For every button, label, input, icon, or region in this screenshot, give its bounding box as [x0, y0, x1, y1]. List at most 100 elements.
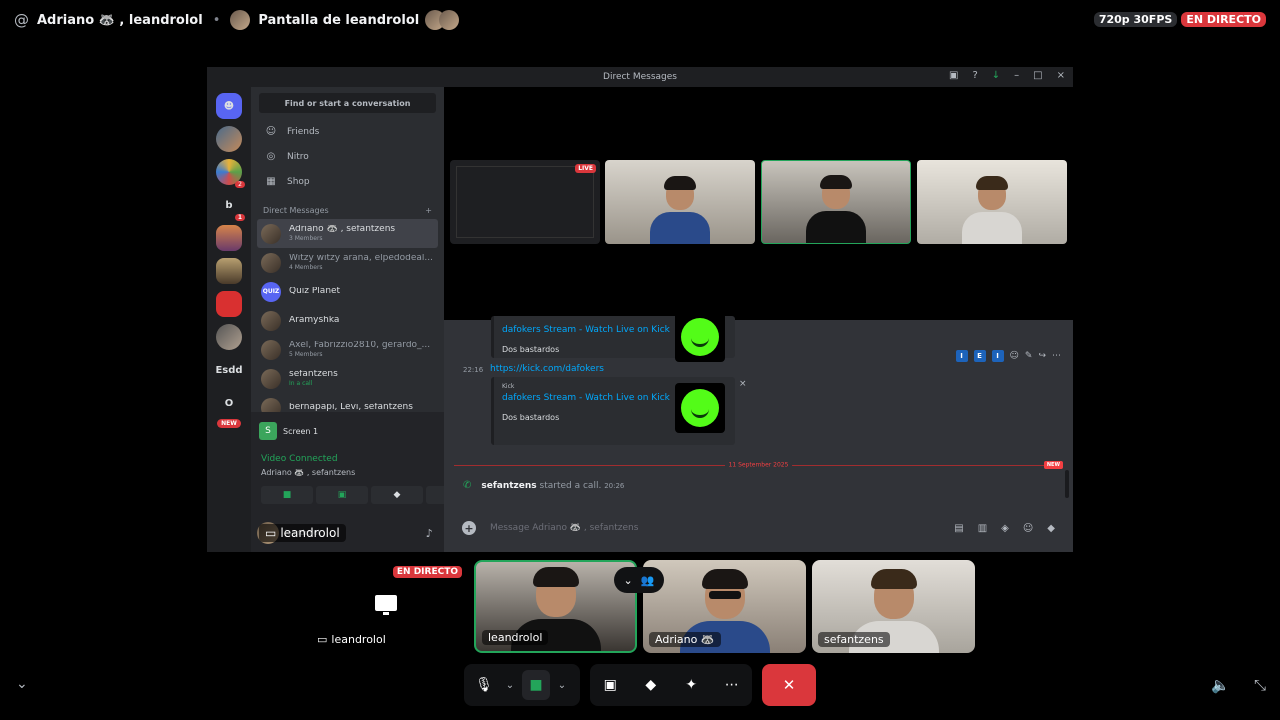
message-input: + Message Adriano 🦝 , sefantzens ▤ ▥ ◈ ☺…	[452, 512, 1065, 544]
dm-name: sefantzens	[289, 370, 338, 380]
window-title: Direct Messages	[603, 72, 677, 82]
dm-item: Adriano 🦝 , sefantzens 3 Members	[257, 219, 438, 248]
server-icon: Esdd	[215, 364, 243, 376]
mention-badge: 2	[235, 181, 245, 188]
dm-header-label: Direct Messages	[263, 206, 329, 215]
camera-icon[interactable]: ■	[522, 670, 550, 700]
nav-label: Friends	[287, 126, 320, 137]
gamepad-icon[interactable]: ◆	[636, 677, 666, 693]
nav-friends: ☺ Friends	[251, 119, 444, 144]
message-placeholder: Message Adriano 🦝 , sefantzens	[490, 523, 639, 533]
call-tile	[917, 160, 1067, 244]
avatar	[261, 223, 281, 244]
shared-screen[interactable]: Direct Messages ▣ ? ↓ – □ × ☻ 2 b1 Esdd …	[207, 67, 1073, 552]
live-badge: EN DIRECTO	[1181, 12, 1266, 27]
dm-main: LIVE dafokers Stream - Watch Live on Kic…	[444, 87, 1073, 552]
call-user: sefantzens	[481, 480, 537, 491]
participant-tile[interactable]: sefantzens	[812, 560, 975, 653]
channel-name[interactable]: Adriano 🦝 , leandrolol	[37, 13, 203, 28]
new-pill: NEW	[217, 419, 241, 428]
dm-sub: 5 Members	[289, 350, 323, 358]
remove-embed-icon: ×	[739, 379, 747, 389]
dm-sub: 4 Members	[289, 263, 323, 271]
server-icon: 2	[216, 159, 245, 188]
dm-sidebar: Find or start a conversation ☺ Friends ◎ N…	[251, 87, 488, 552]
discord-home-icon: ☻	[216, 93, 242, 119]
server-icon	[216, 225, 242, 251]
monitor-icon: ▭	[317, 633, 328, 646]
find-conversation-input: Find or start a conversation	[259, 93, 436, 113]
monitor-icon: ▭	[265, 526, 277, 540]
call-tile	[605, 160, 755, 244]
chevron-down-icon[interactable]: ⌄	[554, 670, 570, 700]
link-embed: Kick dafokers Stream - Watch Live on Kic…	[491, 377, 735, 445]
screen-share-icon	[375, 595, 397, 615]
stream-title: Pantalla de leandrolol	[258, 12, 420, 28]
more-options-icon[interactable]: ⋯	[717, 677, 747, 693]
participant-tile[interactable]: Adriano 🦝	[643, 560, 806, 653]
add-attachment-icon: +	[462, 521, 476, 535]
screen-app-icon: S	[259, 422, 277, 440]
server-icon	[216, 291, 242, 317]
soundboard-icon[interactable]: ✦	[676, 677, 706, 693]
live-tag: LIVE	[575, 164, 596, 173]
more-icon: ⋯	[1052, 351, 1061, 361]
nav-shop: ▦ Shop	[251, 169, 444, 194]
chevron-down-icon[interactable]: ⌄	[502, 670, 518, 700]
nav-label: Nitro	[287, 151, 309, 162]
end-stream-icon: ✕	[782, 676, 796, 694]
link-embed: dafokers Stream - Watch Live on Kick Dos…	[491, 312, 735, 362]
divider-date: 11 September 2025	[724, 461, 793, 469]
participant-tile-stream[interactable]: EN DIRECTO ▭ leandrolol	[305, 560, 468, 653]
emoji-icon: ☺	[1022, 522, 1034, 534]
message-link: https://kick.com/dafokers	[490, 364, 604, 374]
participant-tile[interactable]: leandrolol	[474, 560, 637, 653]
dm-name: Axel, Fabrizzio2810, gerardo_...	[289, 341, 431, 351]
viewer-avatar[interactable]	[439, 10, 460, 30]
call-time: 20:26	[604, 481, 625, 490]
video-person	[806, 173, 866, 243]
forward-icon: ↪	[1038, 351, 1046, 361]
maximize-icon: □	[1033, 70, 1043, 81]
participants-toggle[interactable]: ⌄ 👥	[614, 567, 664, 593]
server-list: ☻ 2 b1 Esdd O NEW	[207, 87, 251, 552]
view-controls: 🔈 ⤡	[1211, 676, 1266, 694]
avatar	[261, 310, 281, 331]
friends-icon: ☺	[265, 126, 277, 137]
microphone-icon[interactable]: 🎙	[470, 670, 498, 700]
server-icon: O	[224, 397, 234, 409]
avatar	[261, 339, 281, 360]
end-call-button[interactable]: ✕	[762, 664, 816, 706]
mic-icon: ♪	[425, 526, 433, 540]
header-separator: •	[212, 12, 221, 28]
window-titlebar: Direct Messages ▣ ? ↓ – □ ×	[207, 67, 1073, 87]
screen-share-icon[interactable]: ▣	[595, 677, 625, 693]
kick-thumbnail	[675, 312, 725, 362]
participants-icon: 👥	[640, 573, 655, 587]
minimize-icon: –	[1014, 70, 1020, 81]
help-icon: ?	[972, 70, 978, 81]
server-icon	[216, 258, 242, 284]
emoji-icon: ☺	[1009, 351, 1019, 361]
window-controls: ▣ ? ↓ – □ ×	[949, 70, 1065, 81]
close-icon: ×	[1056, 70, 1065, 81]
owner-name: leandrolol	[280, 526, 340, 540]
stream-header: @ Adriano 🦝 , leandrolol • Pantalla de l…	[0, 0, 1280, 40]
server-icon: b1	[216, 192, 245, 221]
server-icon	[216, 324, 242, 350]
inbox-icon: ▣	[949, 70, 959, 81]
chevron-down-icon[interactable]: ⌄	[16, 676, 28, 692]
download-icon: ↓	[991, 70, 1001, 81]
dm-item: Witzy witzy araña, elpedodeal... 4 Member…	[257, 248, 438, 277]
nav-label: Shop	[287, 176, 310, 187]
quiz-planet-icon: QUIZ	[261, 281, 281, 302]
camera-icon: ■	[261, 486, 313, 504]
dm-header: Direct Messages +	[251, 194, 444, 219]
apps-icon: ◆	[1047, 522, 1055, 534]
participant-name: leandrolol	[488, 631, 543, 644]
exit-fullscreen-icon[interactable]: ⤡	[1254, 676, 1266, 694]
volume-icon[interactable]: 🔈	[1211, 676, 1230, 694]
message-actions: I E I ☺ ✎ ↪ ⋯	[955, 350, 1061, 362]
dm-item: Axel, Fabrizzio2810, gerardo_... 5 Member…	[257, 335, 438, 364]
reaction-letter: I	[991, 350, 1004, 362]
